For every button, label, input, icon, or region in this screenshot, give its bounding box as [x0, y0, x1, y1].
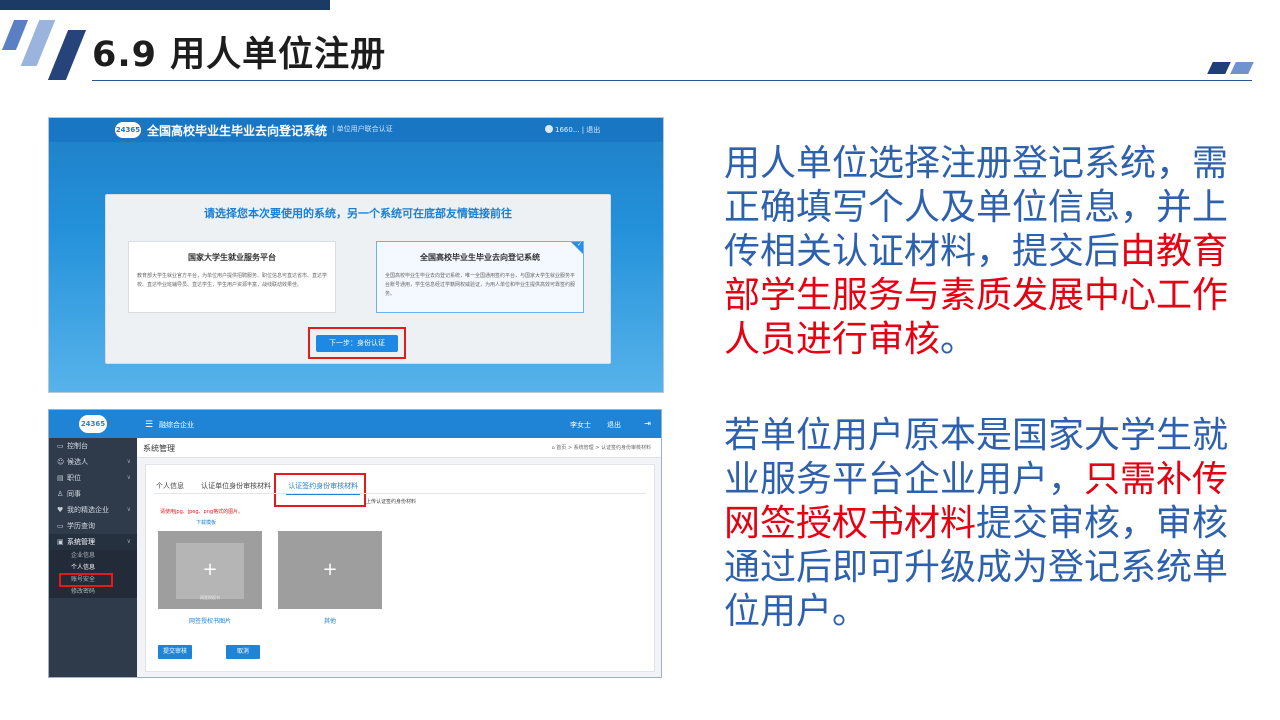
monitor-icon: ▭: [57, 442, 64, 450]
check-icon: ✓: [576, 241, 582, 248]
option-title: 国家大学生就业服务平台: [188, 253, 276, 262]
tab-bar: 个人信息 认证单位身份审核材料 认证签约身份审核材料: [154, 473, 368, 507]
sidebar-item-label: 系统管理: [67, 538, 95, 546]
tab-personal-info[interactable]: 个人信息: [154, 478, 186, 494]
header-stripe: [47, 30, 87, 80]
header-decoration: [0, 0, 330, 10]
option-description: 教育部大学生就业官方平台，为单位用户提供招聘服务、职位信息可直达省市、直达学校、…: [137, 273, 328, 288]
download-template-link[interactable]: 下载模板: [196, 519, 216, 526]
corner-decoration: [1230, 62, 1254, 74]
logo: 24365: [115, 122, 141, 138]
subnav-company-info[interactable]: 企业信息: [49, 550, 137, 562]
sidebar-item-label: 我的精选企业: [67, 506, 109, 514]
logo: 24365: [79, 415, 107, 433]
slide: 6.9 用人单位注册 24365 全国高校毕业生毕业去向登记系统 | 单位用户联…: [0, 0, 1280, 720]
sidebar-item-label: 学历查询: [67, 522, 95, 530]
list-icon: ▤: [57, 474, 64, 482]
preview-label: 网签授权书: [200, 595, 220, 600]
system-name: 全国高校毕业生毕业去向登记系统: [147, 124, 328, 138]
sidebar-item-candidates[interactable]: ☺ 候选人 ∨: [49, 454, 137, 470]
corner-decoration: [1207, 62, 1231, 74]
option-registration-system[interactable]: ✓ 全国高校毕业生毕业去向登记系统 全国高校毕业生毕业去向登记系统，唯一全国通用…: [376, 241, 584, 313]
sidebar-item-featured-companies[interactable]: ♥ 我的精选企业 ∨: [49, 502, 137, 518]
breadcrumb-bar: 系统管理 ⌂ 首页 > 系统管理 > 认证签约身份审核材料: [137, 438, 661, 458]
system-selection-screenshot: 24365 全国高校毕业生毕业去向登记系统 | 单位用户联合认证 1660...…: [48, 117, 664, 393]
user-info[interactable]: 1660... | 退出: [555, 125, 600, 135]
heart-icon: ♥: [57, 506, 64, 514]
company-name: 融综合企业: [159, 421, 194, 429]
sidebar-item-console[interactable]: ▭ 控制台: [49, 438, 137, 454]
user-name[interactable]: 李女士: [570, 420, 591, 430]
slide-title: 6.9 用人单位注册: [92, 35, 387, 75]
sidebar-item-colleagues[interactable]: ♙ 同事: [49, 486, 137, 502]
format-warning: 请使用jpg、jpeg、png格式的图片。: [160, 509, 244, 515]
person-icon: ☺: [57, 458, 65, 466]
option-description: 全国高校毕业生毕业去向登记系统，唯一全国通用签约平台，与国家大学生就业服务平台账…: [385, 273, 576, 297]
selection-card: 请选择您本次要使用的系统，另一个系统可在底部友情链接前往 国家大学生就业服务平台…: [105, 194, 611, 364]
menu-icon[interactable]: ☰: [145, 420, 153, 430]
option-employment-platform[interactable]: 国家大学生就业服务平台 教育部大学生就业官方平台，为单位用户提供招聘服务、职位信…: [128, 241, 336, 313]
upload-caption: 其他: [323, 618, 336, 625]
system-management-screenshot: 24365 ☰ 融综合企业 李女士 退出 ⇥ ▭ 控制台 ☺ 候选人 ∨ ▤ 职位 ∨ ♙…: [48, 409, 662, 678]
upload-note: 上传认证签约身份材料: [366, 499, 417, 505]
subnav-change-password[interactable]: 修改密码: [49, 586, 137, 598]
description-paragraph-2: 若单位用户原本是国家大学生就业服务平台企业用户，只需补传网签授权书材料提交审核，…: [724, 414, 1254, 634]
tab-divider: [154, 493, 646, 494]
upload-caption: 网签授权书图片: [188, 618, 231, 625]
chevron-down-icon: ∨: [126, 506, 131, 513]
upload-other-box[interactable]: +: [278, 531, 382, 609]
exit-icon[interactable]: ⇥: [644, 419, 651, 428]
submit-review-button[interactable]: 提交审核: [158, 645, 192, 659]
option-title: 全国高校毕业生毕业去向登记系统: [420, 253, 540, 262]
cancel-button[interactable]: 取消: [226, 645, 260, 659]
highlight-box: [59, 573, 113, 587]
sidebar-item-system-management[interactable]: ▣ 系统管理 ∨: [49, 534, 137, 550]
highlight-box: [274, 473, 366, 507]
chevron-down-icon: ∨: [126, 538, 131, 545]
top-bar: ☰ 融综合企业 李女士 退出 ⇥: [137, 410, 661, 438]
breadcrumb[interactable]: ⌂ 首页 > 系统管理 > 认证签约身份审核材料: [551, 444, 651, 451]
tab-unit-identity-materials[interactable]: 认证单位身份审核材料: [199, 478, 273, 494]
title-underline: [92, 80, 1252, 81]
page-title: 系统管理: [143, 444, 175, 453]
user-icon: [545, 125, 553, 133]
selection-prompt: 请选择您本次要使用的系统，另一个系统可在底部友情链接前往: [204, 207, 512, 220]
logout-link[interactable]: 退出: [607, 420, 621, 430]
sidebar-item-label: 职位: [67, 474, 81, 482]
settings-icon: ▣: [57, 538, 64, 546]
header-subtitle: | 单位用户联合认证: [332, 125, 393, 133]
chevron-down-icon: ∨: [126, 458, 131, 465]
sidebar-item-label: 同事: [67, 490, 81, 498]
card-icon: ▭: [57, 522, 64, 530]
next-step-button[interactable]: 下一步：身份认证: [316, 335, 398, 352]
chevron-down-icon: ∨: [126, 474, 131, 481]
sidebar-item-label: 候选人: [67, 458, 88, 466]
upload-authorization-box[interactable]: + 网签授权书: [158, 531, 262, 609]
header-stripe: [1, 20, 29, 50]
sidebar-item-degree-query[interactable]: ▭ 学历查询: [49, 518, 137, 534]
paragraph-text: 。: [940, 319, 977, 360]
header-stripe: [20, 20, 56, 66]
content-panel: 个人信息 认证单位身份审核材料 认证签约身份审核材料 上传认证签约身份材料 请使…: [145, 464, 655, 672]
highlight-box: 下一步：身份认证: [308, 327, 406, 359]
user-icon: ♙: [57, 490, 64, 498]
sidebar-item-label: 控制台: [67, 442, 88, 450]
sidebar-item-jobs[interactable]: ▤ 职位 ∨: [49, 470, 137, 486]
description-paragraph-1: 用人单位选择注册登记系统，需正确填写个人及单位信息，并上传相关认证材料，提交后由…: [724, 142, 1254, 362]
plus-icon: +: [322, 559, 338, 580]
sidebar-logo-area: 24365: [49, 410, 137, 438]
